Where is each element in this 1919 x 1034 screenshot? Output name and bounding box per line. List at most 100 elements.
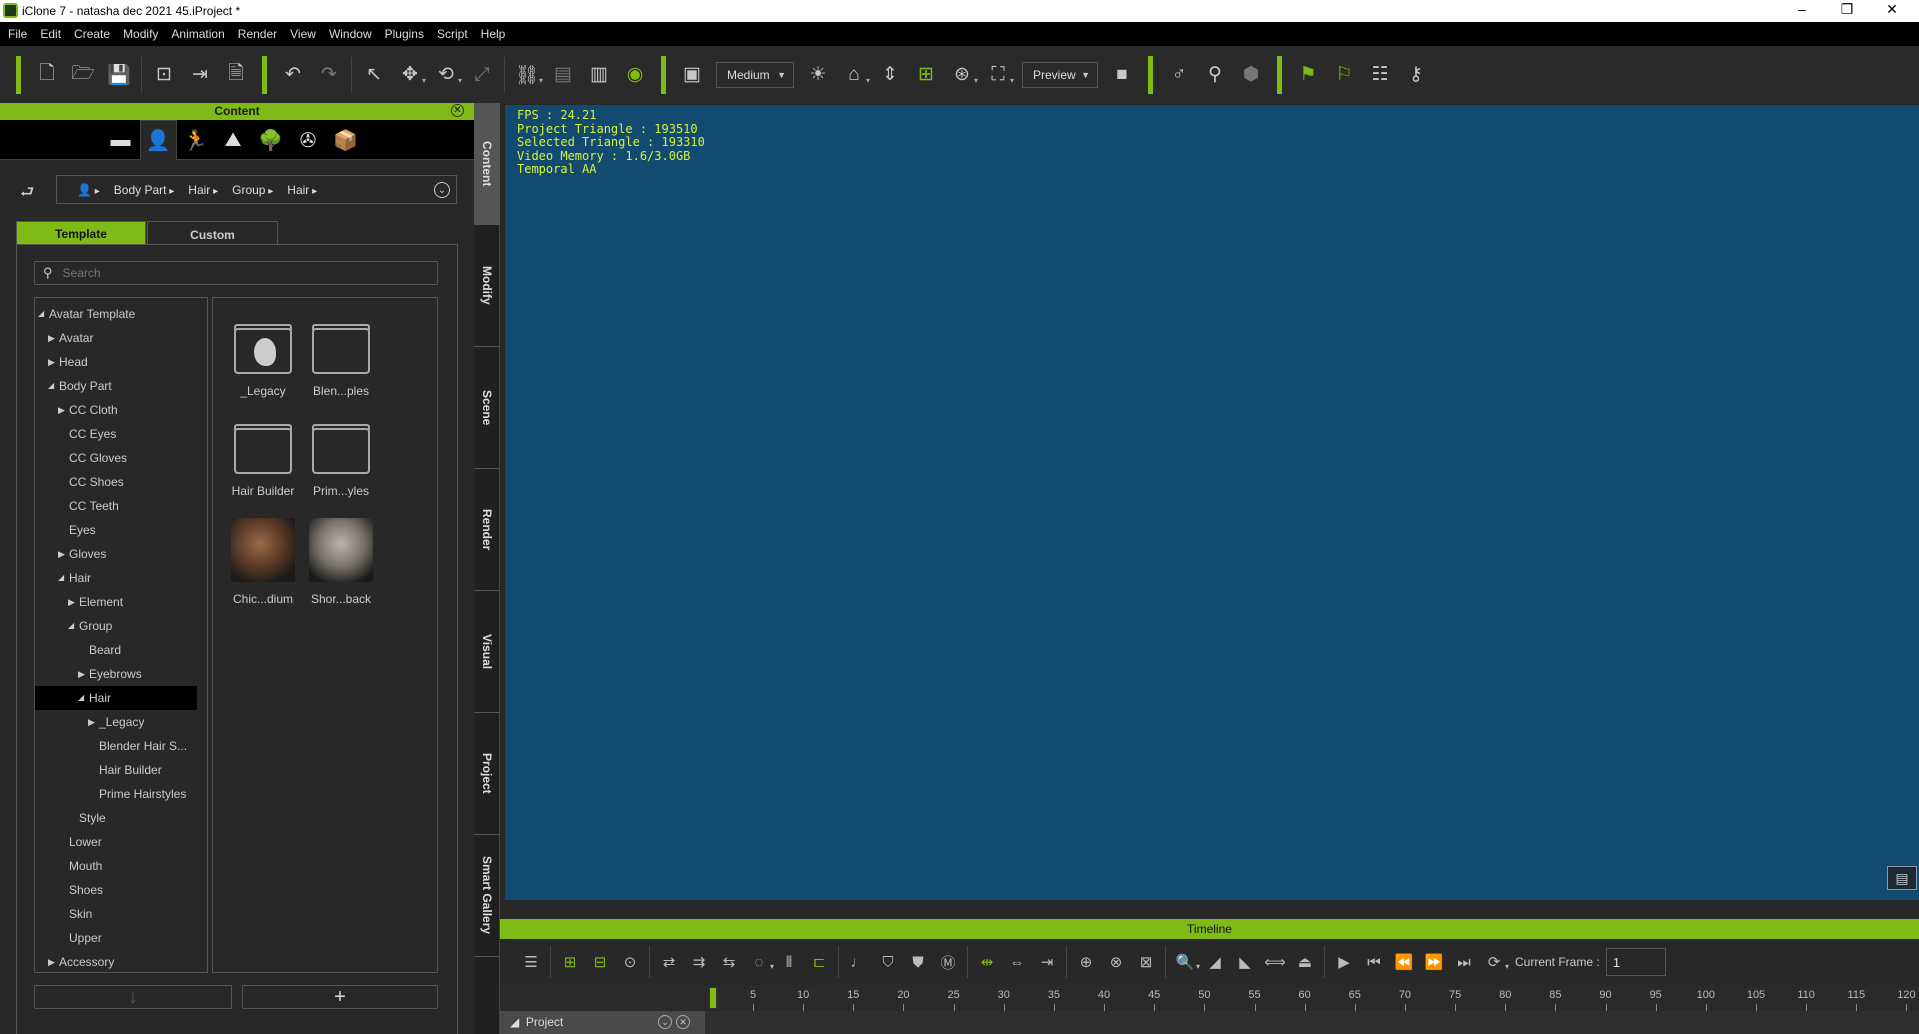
category-tab-film-reel[interactable]: ✇ (290, 120, 327, 160)
shrink-right-button[interactable]: ◣ (1230, 947, 1260, 977)
grid-item[interactable]: Blen...ples (303, 324, 379, 398)
next-frame-button[interactable]: ⏩ (1419, 947, 1449, 977)
tree-item[interactable]: Blender Hair S... (35, 734, 197, 758)
flag-button[interactable]: ⚐ (1326, 55, 1362, 95)
undo-button[interactable]: ↶ (275, 55, 311, 95)
tree-item[interactable]: Lower (35, 830, 197, 854)
preview-dropdown[interactable]: Preview (1022, 61, 1098, 88)
side-tab-modify[interactable]: Modify (474, 225, 500, 347)
collapsed-arrow-icon[interactable]: ▶ (88, 710, 95, 734)
tree-item[interactable]: CC Gloves (35, 446, 197, 470)
split-button[interactable]: ⫴ (774, 947, 804, 977)
marker-list-button[interactable]: ⊠ (1131, 947, 1161, 977)
tree-item[interactable]: ▶ Accessory (35, 950, 197, 972)
remove-marker-button[interactable]: ⊗ (1101, 947, 1131, 977)
menu-render[interactable]: Render (238, 27, 277, 41)
tree-item[interactable]: ▶ Element (35, 590, 197, 614)
tree-item[interactable]: ▶ Avatar (35, 326, 197, 350)
grid-item[interactable]: Prim...yles (303, 424, 379, 498)
range-button[interactable]: ⊏ (804, 947, 834, 977)
collapsed-arrow-icon[interactable]: ▶ (58, 398, 65, 422)
expanded-arrow-icon[interactable]: ◢ (78, 686, 84, 710)
menu-script[interactable]: Script (437, 27, 468, 41)
restore-button[interactable]: ❐ (1832, 1, 1862, 18)
motion-puppet-button[interactable]: ⚑ (1290, 55, 1326, 95)
jump-range-button[interactable]: ⇥ (1032, 947, 1062, 977)
fit-vertical-button[interactable]: ⇕ (872, 55, 908, 95)
play-button[interactable]: ▶ (1329, 947, 1359, 977)
collapsed-arrow-icon[interactable]: ▶ (48, 350, 55, 374)
video-camera-button[interactable]: ■ (1104, 55, 1140, 95)
3d-viewport[interactable]: FPS : 24.21 Project Triangle : 193510 Sele… (505, 105, 1919, 900)
loop-mode-button[interactable]: ⟳ ▾ (1479, 947, 1509, 977)
tree-item[interactable]: ◢ Group (35, 614, 197, 638)
eye-list-button[interactable]: ⊙ (615, 947, 645, 977)
expanded-arrow-icon[interactable]: ◢ (68, 614, 74, 638)
transition-button[interactable]: ◌ ▾ (744, 947, 774, 977)
collapsed-arrow-icon[interactable]: ▶ (48, 326, 55, 350)
menu-view[interactable]: View (290, 27, 316, 41)
playhead[interactable] (708, 987, 717, 1009)
category-tab-folder[interactable]: ▬ (102, 120, 139, 160)
side-tab-render[interactable]: Render (474, 469, 500, 591)
close-button[interactable]: ✕ (1877, 1, 1907, 18)
timeline-ruler[interactable]: 5 10 15 20 25 30 35 40 45 50 55 60 65 70 75 80 85 90 95 100… (500, 985, 1919, 1011)
project-track-label[interactable]: ◢ Project (500, 1011, 705, 1034)
shrink-left-button[interactable]: ◢ (1200, 947, 1230, 977)
checklist-button[interactable]: ☷ (1362, 55, 1398, 95)
side-tab-project[interactable]: Project (474, 713, 500, 835)
save-button[interactable]: 💾 (101, 55, 137, 95)
menu-help[interactable]: Help (481, 27, 506, 41)
add-motion-button[interactable]: ⛉ (873, 947, 903, 977)
category-tab-stage[interactable]: ⛰ (215, 120, 252, 160)
collapsed-arrow-icon[interactable]: ▶ (58, 542, 65, 566)
pose-view-button[interactable]: ⚲ (1197, 55, 1233, 95)
insert-button[interactable]: ⇉ (684, 947, 714, 977)
menu-edit[interactable]: Edit (40, 27, 61, 41)
tree-item[interactable]: Eyes (35, 518, 197, 542)
search-input[interactable] (62, 266, 218, 280)
menu-file[interactable]: File (8, 27, 27, 41)
previous-frame-button[interactable]: ⏪ (1389, 947, 1419, 977)
tab-custom[interactable]: Custom (147, 221, 278, 245)
collapsed-arrow-icon[interactable]: ▶ (78, 662, 85, 686)
side-tab-smart-gallery[interactable]: Smart Gallery (474, 835, 500, 957)
export-button[interactable]: ⇥ (182, 55, 218, 95)
add-marker-button[interactable]: ⊕ (1071, 947, 1101, 977)
home-camera-button[interactable]: ⌂ (836, 55, 872, 95)
track-list-button[interactable]: ☰ (516, 947, 546, 977)
category-tab-prop-tree[interactable]: 🌳 (252, 120, 289, 160)
breadcrumb-item[interactable]: Hair (287, 183, 317, 197)
collapsed-arrow-icon[interactable]: ▶ (68, 590, 75, 614)
open-folder-button[interactable]: 🗁 (65, 55, 101, 95)
redo-button[interactable]: ↷ (311, 55, 347, 95)
expanded-arrow-icon[interactable]: ◢ (48, 374, 54, 398)
tree-item[interactable]: Style (35, 806, 197, 830)
side-tab-visual[interactable]: Visual (474, 591, 500, 713)
expanded-arrow-icon[interactable]: ◢ (38, 302, 44, 326)
tree-item[interactable]: Hair Builder (35, 758, 197, 782)
grid-item[interactable]: _Legacy (225, 324, 301, 398)
gizmo-move-button[interactable]: ⊞ (908, 55, 944, 95)
medium-dropdown[interactable]: Medium (716, 61, 794, 88)
usd-export-button[interactable]: 🗎 (218, 55, 254, 95)
tree-item[interactable]: ▶ Head (35, 350, 197, 374)
tree-item[interactable]: ▶ _Legacy (35, 710, 197, 734)
category-tab-motion[interactable]: 🏃 (177, 120, 214, 160)
tree-item[interactable]: ▶ Gloves (35, 542, 197, 566)
tree-item[interactable]: ◢ Body Part (35, 374, 197, 398)
tree-item[interactable]: CC Eyes (35, 422, 197, 446)
menu-animation[interactable]: Animation (171, 27, 224, 41)
side-tab-content[interactable]: Content (474, 103, 500, 225)
category-tab-avatar[interactable]: 👤 (139, 120, 177, 160)
avatar-icon[interactable]: 👤 (77, 183, 100, 197)
m-button[interactable]: Ⓜ (933, 947, 963, 977)
export-clip-button[interactable]: ⏏ (1290, 947, 1320, 977)
frame-object-button[interactable]: ⛶ (980, 55, 1016, 95)
back-icon[interactable]: ⮐ (20, 181, 34, 208)
camera-rotate-button[interactable]: ⊛ (944, 55, 980, 95)
dropdown-arrow-icon[interactable]: ▾ (1505, 962, 1509, 971)
loop-button[interactable]: ⇄ (654, 947, 684, 977)
remove-motion-button[interactable]: ⛊ (903, 947, 933, 977)
tree-item[interactable]: ◢ Hair (35, 566, 197, 590)
